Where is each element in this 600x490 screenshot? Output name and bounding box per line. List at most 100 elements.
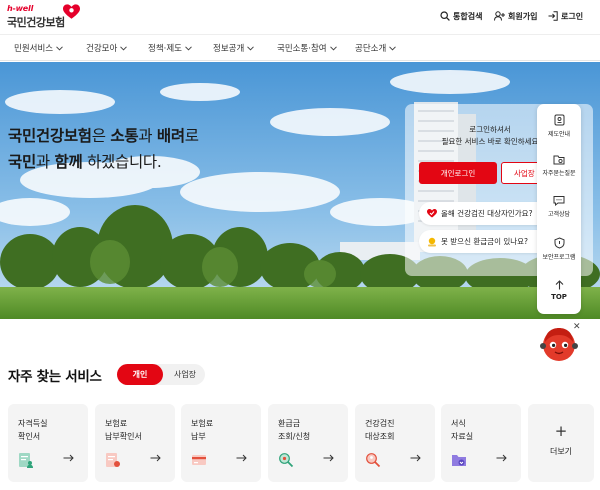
heart-check-icon bbox=[427, 209, 437, 218]
site-logo[interactable]: h-well 국민건강보험 bbox=[7, 4, 80, 30]
pill-label: 올해 건강검진 대상자인가요? bbox=[441, 209, 533, 218]
folder-download-icon bbox=[452, 455, 466, 466]
card-title-1: 서식 bbox=[451, 419, 466, 428]
guide-book-icon bbox=[554, 114, 564, 126]
tab-business[interactable]: 사업장 bbox=[165, 364, 205, 385]
chevron-down-icon bbox=[56, 45, 63, 51]
chevron-down-icon bbox=[247, 45, 255, 51]
service-type-toggle: 개인 사업장 bbox=[117, 364, 205, 385]
main-nav: 민원서비스 건강모아 정책·제도 정보공개 국민소통·참여 공단소개 bbox=[0, 34, 600, 61]
quick-label: 제도안내 bbox=[547, 131, 571, 138]
chevron-down-icon bbox=[329, 45, 337, 51]
nav-label: 민원서비스 bbox=[14, 44, 54, 54]
hero-text: 국민건강보험 bbox=[8, 127, 92, 145]
service-card-payment[interactable]: 보험료 납부 bbox=[181, 404, 261, 482]
arrow-right-icon bbox=[63, 454, 74, 462]
hero-headline-1: 국민건강보험은 소통과 배려로 bbox=[8, 124, 199, 146]
pill-label: 못 받으신 환급금이 있나요? bbox=[441, 237, 529, 246]
payment-icon bbox=[192, 455, 206, 465]
more-label: 더보기 bbox=[549, 447, 573, 456]
faq-folder-icon bbox=[553, 155, 565, 165]
nav-label: 건강모아 bbox=[86, 44, 118, 54]
card-title-2: 확인서 bbox=[18, 432, 41, 441]
nav-label: 국민소통·참여 bbox=[277, 44, 327, 54]
arrow-right-icon bbox=[150, 454, 161, 462]
hero-text: 은 bbox=[91, 127, 111, 145]
nav-label: 공단소개 bbox=[355, 44, 387, 54]
chevron-down-icon bbox=[389, 45, 397, 51]
quick-item-consult[interactable]: 고객상담 bbox=[537, 195, 581, 218]
arrow-right-icon bbox=[496, 454, 507, 462]
hero-text: 소통 bbox=[110, 127, 139, 145]
integrated-search-link[interactable]: 통합검색 bbox=[440, 8, 482, 24]
card-title-1: 건강검진 bbox=[365, 419, 395, 428]
hero-text: 함께 bbox=[54, 153, 83, 171]
service-card-refund[interactable]: 환급금 조회/신청 bbox=[268, 404, 348, 482]
receipt-icon bbox=[106, 453, 120, 467]
refund-search-icon bbox=[279, 453, 294, 468]
chevron-down-icon bbox=[120, 45, 128, 51]
search-label: 통합검색 bbox=[453, 11, 483, 21]
nav-item-communication[interactable]: 국민소통·참여 bbox=[277, 42, 337, 54]
arrow-right-icon bbox=[410, 454, 421, 462]
quick-item-faq[interactable]: 자주묻는질문 bbox=[537, 154, 581, 177]
hero-text: 로 bbox=[184, 127, 199, 145]
nav-item-about[interactable]: 공단소개 bbox=[355, 42, 397, 54]
quick-menu: 제도안내 자주묻는질문 고객상담 보안프로그램 TOP bbox=[537, 104, 581, 314]
card-title-1: 자격득실 bbox=[18, 419, 48, 428]
checkup-search-icon bbox=[366, 453, 381, 468]
login-label: 로그인 bbox=[561, 11, 584, 21]
service-card-payment-certificate[interactable]: 보험료 납부확인서 bbox=[95, 404, 175, 482]
hero-text: 배려 bbox=[156, 127, 185, 145]
nav-item-info-disclosure[interactable]: 정보공개 bbox=[213, 42, 255, 54]
card-title-1: 보험료 bbox=[105, 419, 128, 428]
more-services-button[interactable]: + 더보기 bbox=[528, 404, 594, 482]
mascot-close-icon[interactable]: ✕ bbox=[573, 322, 581, 332]
login-link[interactable]: 로그인 bbox=[548, 8, 583, 24]
nav-item-policy[interactable]: 정책·제도 bbox=[148, 42, 192, 54]
card-title-1: 보험료 bbox=[191, 419, 214, 428]
card-title-2: 자료실 bbox=[451, 432, 474, 441]
doc-person-icon bbox=[19, 453, 33, 468]
heart-logo-icon bbox=[63, 4, 80, 19]
scroll-top-button[interactable]: TOP bbox=[537, 280, 581, 301]
quick-label: 고객상담 bbox=[547, 211, 571, 218]
plus-icon: + bbox=[554, 422, 568, 440]
page: h-well 국민건강보험 통합검색 회원가입 로그인 민원서비스 건강모아 정… bbox=[0, 0, 600, 490]
join-link[interactable]: 회원가입 bbox=[494, 8, 537, 24]
hero-headline-2: 국민과 함께 하겠습니다. bbox=[8, 150, 162, 172]
quick-item-system-guide[interactable]: 제도안내 bbox=[537, 114, 581, 138]
quick-label: 자주묻는질문 bbox=[542, 170, 576, 177]
card-title-2: 납부 bbox=[191, 432, 206, 441]
login-icon bbox=[548, 11, 558, 21]
arrow-right-icon bbox=[323, 454, 334, 462]
service-card-forms[interactable]: 서식 자료실 bbox=[441, 404, 521, 482]
arrow-right-icon bbox=[236, 454, 247, 462]
hero-text: 국민 bbox=[8, 153, 36, 171]
join-label: 회원가입 bbox=[508, 11, 538, 21]
services-title: 자주 찾는 서비스 bbox=[8, 369, 102, 385]
tab-personal[interactable]: 개인 bbox=[117, 364, 163, 385]
logo-main: 국민건강보험 bbox=[7, 16, 65, 29]
hero-text: 과 bbox=[35, 153, 55, 171]
service-card-eligibility[interactable]: 자격득실 확인서 bbox=[8, 404, 88, 482]
nav-label: 정책·제도 bbox=[148, 44, 182, 54]
search-icon bbox=[440, 11, 450, 21]
card-title-1: 환급금 bbox=[278, 419, 301, 428]
nav-item-health-moa[interactable]: 건강모아 bbox=[86, 42, 128, 54]
top-label: TOP bbox=[551, 293, 567, 301]
add-user-icon bbox=[494, 11, 505, 21]
chat-bubble-icon bbox=[553, 196, 565, 206]
logo-sub: h-well bbox=[7, 4, 34, 13]
service-card-checkup[interactable]: 건강검진 대상조회 bbox=[355, 404, 435, 482]
card-title-2: 납부확인서 bbox=[105, 432, 142, 441]
nav-label: 정보공개 bbox=[213, 44, 245, 54]
arrow-up-icon bbox=[555, 280, 563, 290]
quick-item-security[interactable]: 보안프로그램 bbox=[537, 237, 581, 261]
personal-login-button[interactable]: 개인로그인 bbox=[419, 162, 497, 184]
nav-item-civil-service[interactable]: 민원서비스 bbox=[14, 42, 63, 54]
shield-icon bbox=[554, 237, 564, 249]
hero-text: 과 bbox=[138, 127, 157, 145]
coin-hand-icon bbox=[428, 237, 436, 246]
quick-label: 보안프로그램 bbox=[542, 254, 576, 261]
